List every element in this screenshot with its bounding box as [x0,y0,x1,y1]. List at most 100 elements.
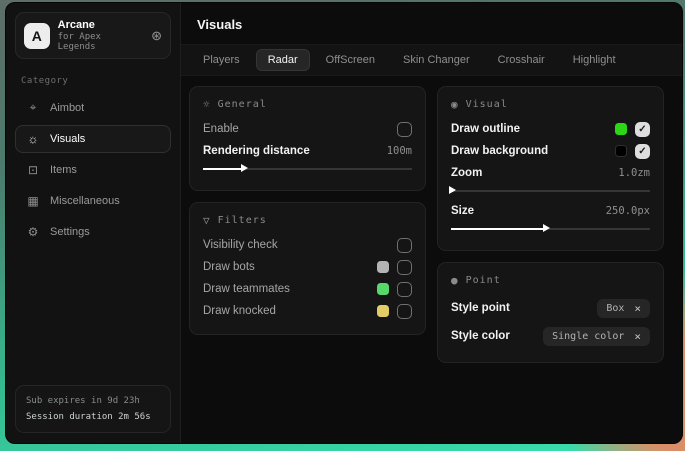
draw-background-checkbox[interactable]: ✓ [635,144,650,159]
visibility-check-checkbox[interactable] [397,238,412,253]
draw-knocked-row: Draw knocked [203,300,412,322]
draw-outline-label: Draw outline [451,123,615,135]
tab-skin-changer[interactable]: Skin Changer [391,49,482,71]
draw-bots-checkbox[interactable] [397,260,412,275]
funnel-icon: ▽ [203,214,210,227]
app-header-card: A Arcane for Apex Legends ⊛ [15,12,171,59]
app-titles: Arcane for Apex Legends [58,19,143,52]
sidebar-item-aimbot[interactable]: ⌖ Aimbot [15,93,171,122]
draw-background-row: Draw background ✓ [451,140,650,162]
tab-players[interactable]: Players [191,49,252,71]
tab-highlight[interactable]: Highlight [561,49,628,71]
enable-row: Enable [203,118,412,140]
visual-panel: ◉ Visual Draw outline ✓ Draw background … [437,86,664,251]
slider-fill [203,168,245,170]
style-point-label: Style point [451,302,597,314]
grid-icon: ▦ [26,194,40,208]
draw-bots-label: Draw bots [203,261,377,273]
style-point-value: Box [606,303,624,314]
general-panel: ☼ General Enable Rendering distance 100m [189,86,426,191]
page-title: Visuals [197,17,666,32]
zoom-label: Zoom [451,167,618,179]
app-logo: A [24,23,50,49]
style-color-select[interactable]: Single color × [543,327,650,346]
app-subtitle: for Apex Legends [58,32,143,52]
zoom-value: 1.0zm [618,167,650,179]
rendering-distance-slider[interactable] [203,163,412,174]
draw-background-color-swatch[interactable] [615,145,627,157]
draw-knocked-checkbox[interactable] [397,304,412,319]
rendering-distance-label: Rendering distance [203,145,387,157]
visibility-check-row: Visibility check [203,234,412,256]
general-panel-header: ☼ General [203,98,412,111]
draw-bots-row: Draw bots [203,256,412,278]
right-column: ◉ Visual Draw outline ✓ Draw background … [437,86,664,363]
draw-knocked-label: Draw knocked [203,305,377,317]
eye-icon: ☼ [26,132,40,146]
filters-panel: ▽ Filters Visibility check Draw bots Dra… [189,202,426,335]
draw-teammates-row: Draw teammates [203,278,412,300]
content-area: ☼ General Enable Rendering distance 100m [181,76,682,443]
rendering-distance-row: Rendering distance 100m [203,140,412,162]
zoom-slider[interactable] [451,185,650,196]
style-point-select[interactable]: Box × [597,299,650,318]
dot-icon: ● [451,274,458,287]
size-value: 250.0px [606,205,650,217]
tab-offscreen[interactable]: OffScreen [314,49,387,71]
sun-icon: ☼ [203,98,210,111]
visibility-check-label: Visibility check [203,239,397,251]
zoom-row: Zoom 1.0zm [451,162,650,184]
session-duration-text: Session duration 2m 56s [26,409,160,425]
point-panel-header: ● Point [451,274,650,287]
sidebar-item-visuals[interactable]: ☼ Visuals [15,125,171,153]
draw-knocked-color-swatch[interactable] [377,305,389,317]
slider-thumb[interactable] [449,186,456,194]
style-color-value: Single color [552,331,624,342]
slider-track [451,190,650,192]
draw-bots-color-swatch[interactable] [377,261,389,273]
crosshair-icon: ⌖ [26,100,40,115]
draw-teammates-color-swatch[interactable] [377,283,389,295]
draw-teammates-label: Draw teammates [203,283,377,295]
sub-expires-text: Sub expires in 9d 23h [26,393,160,409]
slider-fill [451,228,547,230]
draw-outline-checkbox[interactable]: ✓ [635,122,650,137]
slider-thumb[interactable] [543,224,550,232]
tab-radar[interactable]: Radar [256,49,310,71]
sidebar: A Arcane for Apex Legends ⊛ Category ⌖ A… [6,3,181,443]
box-icon: ⊡ [26,163,40,177]
visual-panel-header: ◉ Visual [451,98,650,111]
sidebar-item-label: Miscellaneous [50,195,120,207]
size-slider[interactable] [451,223,650,234]
enable-checkbox[interactable] [397,122,412,137]
draw-outline-color-swatch[interactable] [615,123,627,135]
left-column: ☼ General Enable Rendering distance 100m [189,86,426,363]
close-icon[interactable]: × [634,303,641,314]
target-icon[interactable]: ⊛ [151,29,162,42]
size-label: Size [451,205,606,217]
tab-bar: Players Radar OffScreen Skin Changer Cro… [181,44,682,76]
subscription-info-card: Sub expires in 9d 23h Session duration 2… [15,385,171,433]
close-icon[interactable]: × [634,331,641,342]
main-area: Visuals Players Radar OffScreen Skin Cha… [181,3,682,443]
app-title: Arcane [58,19,143,31]
sidebar-item-label: Aimbot [50,102,84,114]
sidebar-item-miscellaneous[interactable]: ▦ Miscellaneous [15,187,171,215]
main-header: Visuals [181,3,682,44]
sidebar-item-items[interactable]: ⊡ Items [15,156,171,184]
rendering-distance-value: 100m [387,145,412,157]
filters-panel-header: ▽ Filters [203,214,412,227]
category-label: Category [21,76,165,86]
sidebar-item-label: Visuals [50,133,85,145]
general-panel-title: General [218,99,267,110]
style-color-row: Style color Single color × [451,322,650,350]
draw-teammates-checkbox[interactable] [397,282,412,297]
point-panel-title: Point [466,275,501,286]
gear-icon: ⚙ [26,225,40,239]
sidebar-item-label: Settings [50,226,90,238]
tab-crosshair[interactable]: Crosshair [486,49,557,71]
point-panel: ● Point Style point Box × Style color S [437,262,664,363]
slider-thumb[interactable] [241,164,248,172]
draw-outline-row: Draw outline ✓ [451,118,650,140]
sidebar-item-settings[interactable]: ⚙ Settings [15,218,171,246]
